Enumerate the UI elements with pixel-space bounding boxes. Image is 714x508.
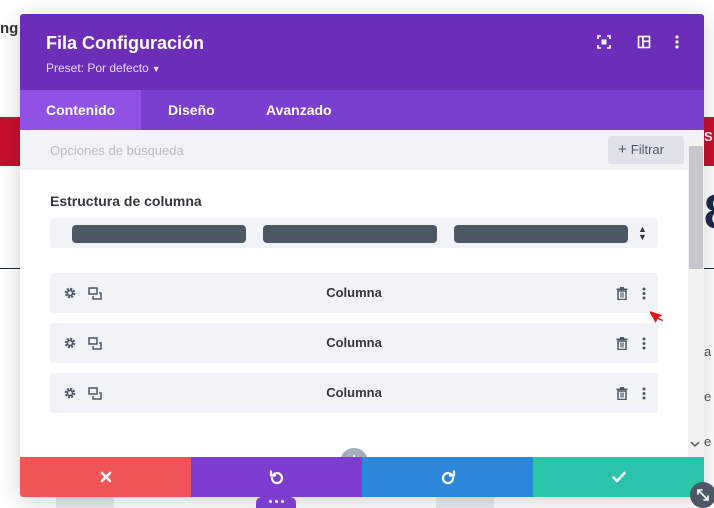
column-structure-label: Estructura de columna bbox=[50, 193, 202, 209]
background-text-fragment: ng bbox=[0, 20, 19, 37]
more-options-pill[interactable] bbox=[256, 497, 296, 508]
more-vertical-icon[interactable] bbox=[669, 34, 685, 50]
background-side-text: a bbox=[704, 344, 712, 359]
background-side-text: e bbox=[704, 434, 712, 449]
filter-button[interactable]: + Filtrar bbox=[608, 136, 684, 164]
column-label: Columna bbox=[326, 335, 382, 350]
save-button[interactable] bbox=[533, 457, 704, 497]
caret-down-icon: ▼ bbox=[151, 64, 161, 74]
background-element bbox=[56, 497, 114, 508]
resize-icon bbox=[697, 489, 709, 501]
background-red-banner-right: S bbox=[704, 117, 714, 166]
cancel-button[interactable] bbox=[20, 457, 191, 497]
undo-icon bbox=[269, 470, 283, 485]
column-structure-select[interactable]: ▲ ▼ bbox=[50, 218, 658, 248]
more-vertical-icon[interactable] bbox=[636, 385, 652, 401]
more-vertical-icon[interactable] bbox=[636, 335, 652, 351]
background-red-banner-left bbox=[0, 117, 20, 166]
trash-icon[interactable] bbox=[614, 385, 630, 401]
background-divider-right bbox=[704, 268, 714, 269]
row-settings-modal: Fila Configuración Preset: Por defecto ▼ … bbox=[20, 14, 704, 497]
filter-label: Filtrar bbox=[630, 142, 664, 157]
tab-contenido[interactable]: Contenido bbox=[20, 90, 142, 130]
column-label: Columna bbox=[326, 385, 382, 400]
fullscreen-icon[interactable] bbox=[596, 34, 612, 50]
trash-icon[interactable] bbox=[614, 285, 630, 301]
background-side-text: e bbox=[704, 389, 712, 404]
background-element bbox=[436, 497, 494, 508]
select-arrows-icon: ▲ ▼ bbox=[638, 224, 647, 242]
column-row[interactable]: Columna bbox=[50, 323, 658, 363]
check-icon bbox=[611, 471, 626, 483]
modal-content: Opciones de búsqueda + Filtrar Estructura… bbox=[20, 130, 704, 457]
preset-dropdown[interactable]: Preset: Por defecto ▼ bbox=[46, 61, 161, 75]
resize-handle[interactable] bbox=[690, 482, 714, 508]
undo-button[interactable] bbox=[191, 457, 362, 497]
modal-title: Fila Configuración bbox=[46, 33, 205, 53]
preset-label: Preset: Por defecto bbox=[46, 61, 149, 75]
background-divider-left bbox=[0, 268, 20, 269]
split-view-icon[interactable] bbox=[636, 34, 652, 50]
column-row[interactable]: Columna bbox=[50, 373, 658, 413]
tab-avanzado[interactable]: Avanzado bbox=[240, 90, 358, 130]
modal-footer bbox=[20, 457, 704, 497]
more-vertical-icon[interactable] bbox=[636, 285, 652, 301]
modal-tabs: Contenido Diseño Avanzado bbox=[20, 90, 704, 130]
column-bar bbox=[454, 225, 628, 243]
column-label: Columna bbox=[326, 285, 382, 300]
redo-icon bbox=[441, 470, 455, 485]
trash-icon[interactable] bbox=[614, 335, 630, 351]
close-icon bbox=[100, 471, 111, 483]
redo-button[interactable] bbox=[362, 457, 533, 497]
mouse-cursor-icon bbox=[646, 305, 665, 328]
tab-diseno[interactable]: Diseño bbox=[142, 90, 241, 130]
search-bar: Opciones de búsqueda + Filtrar bbox=[20, 130, 688, 170]
search-input[interactable]: Opciones de búsqueda bbox=[50, 143, 184, 158]
plus-icon: + bbox=[618, 141, 627, 158]
column-bar bbox=[263, 225, 437, 243]
column-bar bbox=[72, 225, 246, 243]
modal-header[interactable]: Fila Configuración Preset: Por defecto ▼ bbox=[20, 14, 704, 90]
scroll-down-icon[interactable] bbox=[690, 440, 700, 451]
add-column-button[interactable]: + bbox=[340, 448, 368, 457]
background-big-number: 8 bbox=[704, 185, 714, 240]
column-row[interactable]: Columna bbox=[50, 273, 658, 313]
scrollbar-thumb[interactable] bbox=[689, 146, 703, 269]
